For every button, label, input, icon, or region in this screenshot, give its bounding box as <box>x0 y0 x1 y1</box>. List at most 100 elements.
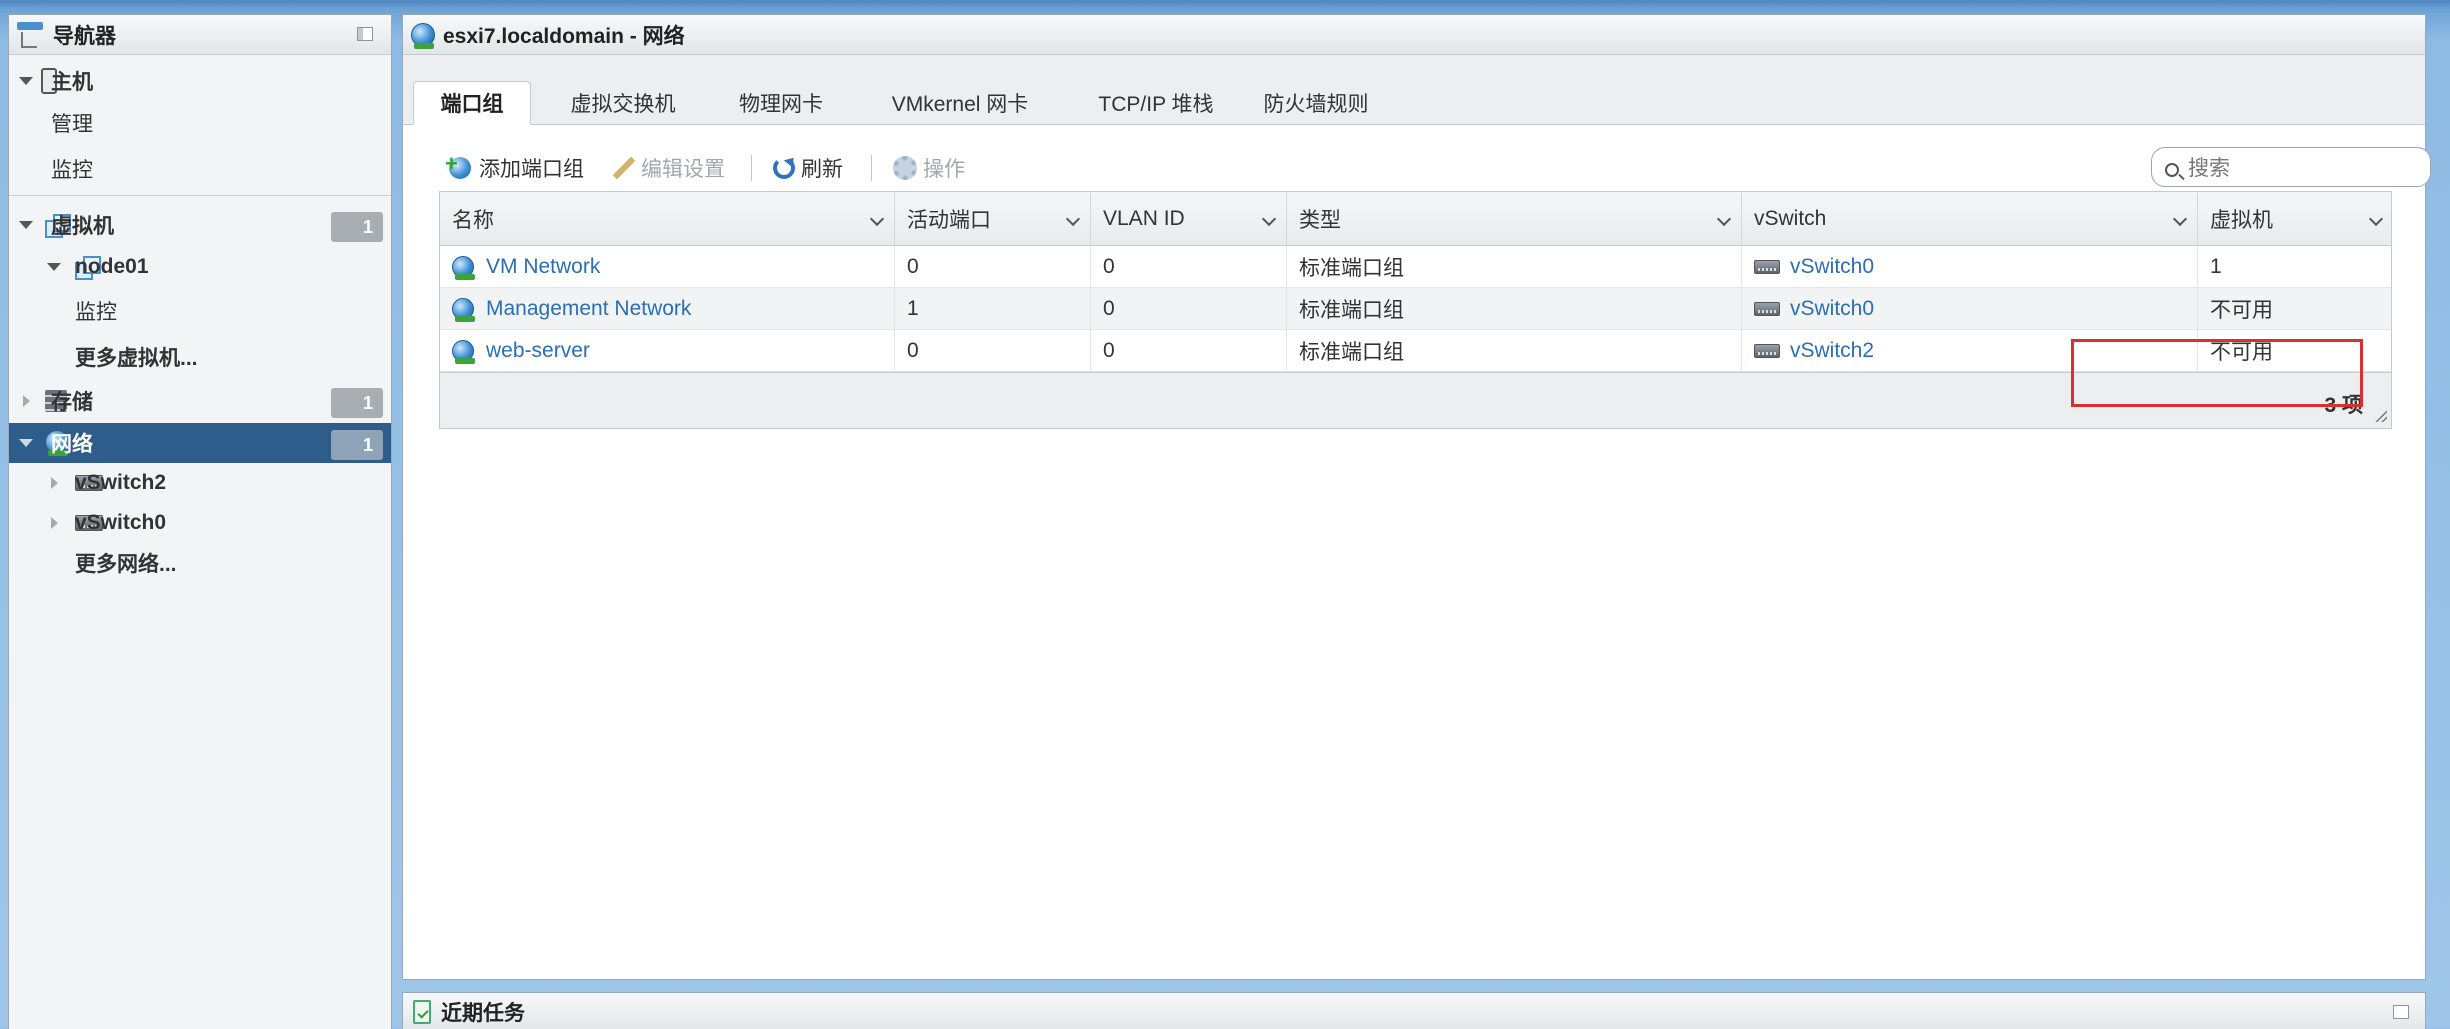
vswitch-link[interactable]: vSwitch2 <box>1790 339 1874 363</box>
actions-label: 操作 <box>923 158 965 181</box>
network-globe-icon <box>411 22 435 49</box>
expand-arrow-icon[interactable] <box>19 221 33 229</box>
tab-tcpip-stacks[interactable]: TCP/IP 堆栈 <box>1067 81 1245 125</box>
divider <box>9 195 391 196</box>
column-header-vlan-id[interactable]: VLAN ID <box>1091 192 1287 246</box>
column-label: vSwitch <box>1754 207 1827 230</box>
column-header-type[interactable]: 类型 <box>1287 192 1742 246</box>
tree-item-host[interactable]: 主机 <box>9 61 391 101</box>
tree-label-monitor: 监控 <box>51 159 93 182</box>
table-row[interactable]: Management Network 1 0 标准端口组 vSwitch0 不可… <box>440 288 2391 330</box>
expand-arrow-icon[interactable] <box>47 263 61 271</box>
column-header-active-ports[interactable]: 活动端口 <box>895 192 1091 246</box>
refresh-icon <box>773 157 795 179</box>
cell-vswitch: vSwitch0 <box>1742 246 2198 288</box>
column-header-vms[interactable]: 虚拟机 <box>2198 192 2393 246</box>
tree-item-node01[interactable]: node01 <box>9 247 391 287</box>
network-globe-icon <box>452 340 475 364</box>
navigator-title: 导航器 <box>53 24 116 48</box>
cell-vswitch: vSwitch0 <box>1742 288 2198 330</box>
edit-settings-label: 编辑设置 <box>641 158 725 181</box>
toolbar-separator <box>751 155 752 181</box>
tree-label-more-vms: 更多虚拟机... <box>75 347 198 370</box>
chevron-down-icon[interactable] <box>2172 211 2188 227</box>
tree-item-more-vms[interactable]: 更多虚拟机... <box>9 337 391 377</box>
tree-label-vswitch2: vSwitch2 <box>75 471 167 494</box>
collapse-tasks-icon[interactable] <box>2393 1005 2409 1019</box>
chevron-down-icon[interactable] <box>2368 211 2384 227</box>
add-port-group-icon: + <box>445 151 473 181</box>
cell-vlan-id: 0 <box>1091 330 1287 372</box>
tree-item-vms[interactable]: 虚拟机 1 <box>9 205 391 245</box>
navigator-header: 导航器 <box>9 15 391 55</box>
switch-icon <box>1754 260 1780 274</box>
cell-active-ports: 1 <box>895 288 1091 330</box>
cell-vlan-id: 0 <box>1091 288 1287 330</box>
chevron-down-icon[interactable] <box>1261 211 1277 227</box>
expand-arrow-icon[interactable] <box>51 517 58 529</box>
tree-label-monitor: 监控 <box>75 301 117 324</box>
chevron-down-icon[interactable] <box>869 211 885 227</box>
vswitch-link[interactable]: vSwitch0 <box>1790 297 1874 321</box>
resize-handle-icon[interactable] <box>2375 410 2387 422</box>
column-label: 名称 <box>452 209 494 232</box>
port-group-link[interactable]: web-server <box>486 339 590 363</box>
tree-label-more-networks: 更多网络... <box>75 553 177 576</box>
expand-arrow-icon[interactable] <box>23 395 30 407</box>
add-port-group-label: 添加端口组 <box>479 158 584 181</box>
tab-port-groups[interactable]: 端口组 <box>413 81 531 125</box>
table-row[interactable]: VM Network 0 0 标准端口组 vSwitch0 1 <box>440 246 2391 288</box>
tree-item-host-monitor[interactable]: 监控 <box>9 149 391 189</box>
tree-item-host-manage[interactable]: 管理 <box>9 103 391 143</box>
storage-count-badge: 1 <box>331 388 383 418</box>
cell-type: 标准端口组 <box>1287 330 1742 372</box>
tree-item-network[interactable]: 网络 1 <box>9 423 391 463</box>
edit-settings-button[interactable]: 编辑设置 <box>613 153 725 183</box>
main-header: esxi7.localdomain - 网络 <box>403 15 2425 55</box>
vms-count-badge: 1 <box>331 212 383 242</box>
refresh-label: 刷新 <box>801 158 843 181</box>
cell-vlan-id: 0 <box>1091 246 1287 288</box>
tree-item-vswitch2[interactable]: vSwitch2 <box>9 463 391 503</box>
expand-arrow-icon[interactable] <box>51 477 58 489</box>
tree-label-host: 主机 <box>51 71 93 94</box>
pencil-icon <box>613 157 635 179</box>
expand-arrow-icon[interactable] <box>19 77 33 85</box>
tree-item-more-networks[interactable]: 更多网络... <box>9 543 391 583</box>
tree-label-manage: 管理 <box>51 113 93 136</box>
tree-label-node01: node01 <box>75 255 149 278</box>
vswitch-link[interactable]: vSwitch0 <box>1790 255 1874 279</box>
tree-item-vswitch0[interactable]: vSwitch0 <box>9 503 391 543</box>
tab-firewall-rules[interactable]: 防火墙规则 <box>1247 81 1385 125</box>
tab-virtual-switches[interactable]: 虚拟交换机 <box>539 81 707 125</box>
column-label: VLAN ID <box>1103 207 1185 230</box>
tab-vmkernel-nics[interactable]: VMkernel 网卡 <box>855 81 1065 125</box>
cell-vms: 不可用 <box>2210 299 2273 322</box>
tab-physical-nics[interactable]: 物理网卡 <box>709 81 853 125</box>
tree-label-storage: 存储 <box>51 391 93 414</box>
expand-arrow-icon[interactable] <box>19 439 33 447</box>
refresh-button[interactable]: 刷新 <box>773 153 843 183</box>
search-input[interactable]: 搜索 <box>2151 147 2431 187</box>
network-globe-icon <box>452 298 475 322</box>
tree-item-storage[interactable]: 存储 1 <box>9 381 391 421</box>
tree-item-node01-monitor[interactable]: 监控 <box>9 291 391 331</box>
gear-icon <box>893 156 917 180</box>
actions-button[interactable]: 操作 <box>893 153 965 183</box>
search-icon <box>2165 163 2179 177</box>
recent-tasks-panel: 近期任务 <box>402 992 2426 1029</box>
port-group-link[interactable]: Management Network <box>486 297 691 321</box>
cell-name: VM Network <box>440 246 895 288</box>
network-count-badge: 1 <box>331 430 383 460</box>
tree-label-vms: 虚拟机 <box>51 215 114 238</box>
toolbar-separator <box>871 155 872 181</box>
switch-icon <box>1754 302 1780 316</box>
collapse-navigator-icon[interactable] <box>357 27 373 41</box>
column-header-name[interactable]: 名称 <box>440 192 895 246</box>
chevron-down-icon[interactable] <box>1065 211 1081 227</box>
column-header-vswitch[interactable]: vSwitch <box>1742 192 2198 246</box>
port-group-link[interactable]: VM Network <box>486 255 600 279</box>
chevron-down-icon[interactable] <box>1716 211 1732 227</box>
cell-type: 标准端口组 <box>1287 288 1742 330</box>
add-port-group-button[interactable]: + 添加端口组 <box>445 151 584 183</box>
